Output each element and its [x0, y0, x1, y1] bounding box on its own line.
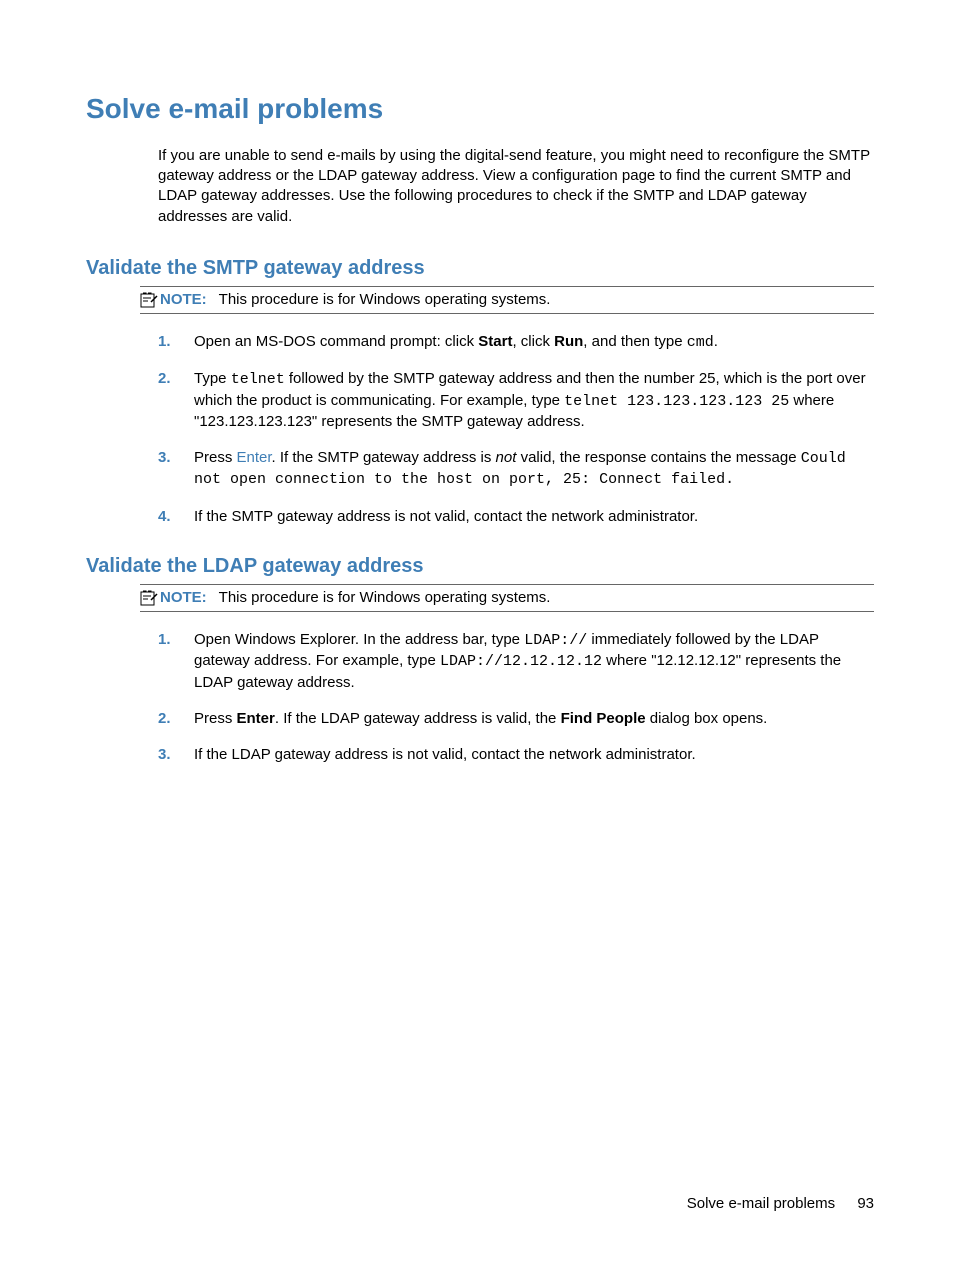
step-number: 1.	[158, 332, 194, 353]
note-icon	[140, 291, 158, 309]
step-item: 1.Open an MS-DOS command prompt: click S…	[158, 332, 874, 353]
smtp-note: NOTE: This procedure is for Windows oper…	[140, 286, 874, 314]
smtp-heading: Validate the SMTP gateway address	[86, 255, 874, 282]
step-body: If the LDAP gateway address is not valid…	[194, 745, 874, 765]
step-body: Open Windows Explorer. In the address ba…	[194, 630, 874, 693]
step-number: 2.	[158, 709, 194, 729]
step-item: 3.Press Enter. If the SMTP gateway addre…	[158, 448, 874, 491]
intro-paragraph: If you are unable to send e-mails by usi…	[158, 146, 874, 227]
step-item: 4.If the SMTP gateway address is not val…	[158, 507, 874, 527]
note-icon	[140, 589, 158, 607]
step-number: 4.	[158, 507, 194, 527]
step-item: 1.Open Windows Explorer. In the address …	[158, 630, 874, 693]
ldap-steps: 1.Open Windows Explorer. In the address …	[158, 630, 874, 765]
step-body: Press Enter. If the SMTP gateway address…	[194, 448, 874, 491]
footer-section: Solve e-mail problems	[687, 1195, 835, 1212]
step-body: Press Enter. If the LDAP gateway address…	[194, 709, 874, 729]
step-number: 2.	[158, 369, 194, 432]
step-number: 3.	[158, 448, 194, 491]
smtp-steps: 1.Open an MS-DOS command prompt: click S…	[158, 332, 874, 527]
step-item: 3.If the LDAP gateway address is not val…	[158, 745, 874, 765]
note-label: NOTE:	[160, 588, 207, 608]
step-item: 2.Press Enter. If the LDAP gateway addre…	[158, 709, 874, 729]
page-title: Solve e-mail problems	[86, 90, 874, 128]
step-body: Type telnet followed by the SMTP gateway…	[194, 369, 874, 432]
page-footer: Solve e-mail problems 93	[687, 1194, 874, 1214]
note-text: This procedure is for Windows operating …	[219, 290, 551, 310]
step-body: Open an MS-DOS command prompt: click Sta…	[194, 332, 874, 353]
step-body: If the SMTP gateway address is not valid…	[194, 507, 874, 527]
step-item: 2.Type telnet followed by the SMTP gatew…	[158, 369, 874, 432]
step-number: 1.	[158, 630, 194, 693]
note-text: This procedure is for Windows operating …	[219, 588, 551, 608]
footer-page-number: 93	[857, 1195, 874, 1212]
note-label: NOTE:	[160, 290, 207, 310]
step-number: 3.	[158, 745, 194, 765]
ldap-heading: Validate the LDAP gateway address	[86, 553, 874, 580]
ldap-note: NOTE: This procedure is for Windows oper…	[140, 584, 874, 612]
